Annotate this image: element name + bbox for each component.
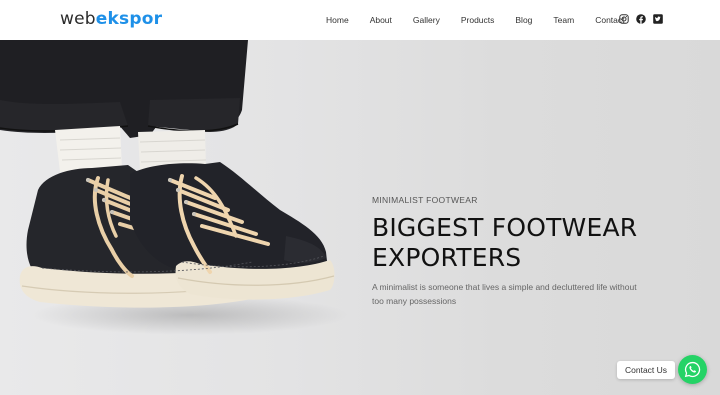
- hero-subtext: A minimalist is someone that lives a sim…: [372, 282, 637, 306]
- nav-blog[interactable]: Blog: [515, 15, 532, 25]
- facebook-icon[interactable]: [636, 14, 646, 24]
- hero-sneakers-image: [0, 40, 335, 308]
- site-header: web ekspor Home About Gallery Products Bl…: [0, 0, 720, 40]
- brand-logo[interactable]: web ekspor: [60, 9, 162, 29]
- hero-headline-line1: BIGGEST FOOTWEAR: [372, 213, 638, 242]
- nav-about[interactable]: About: [370, 15, 392, 25]
- contact-us-label[interactable]: Contact Us: [617, 361, 676, 379]
- brand-logo-part1: web: [60, 9, 96, 29]
- nav-gallery[interactable]: Gallery: [413, 15, 440, 25]
- hero-kicker: MINIMALIST FOOTWEAR: [372, 195, 478, 205]
- hero-section: MINIMALIST FOOTWEAR BIGGEST FOOTWEAR EXP…: [0, 40, 720, 395]
- nav-products[interactable]: Products: [461, 15, 495, 25]
- twitter-icon[interactable]: [653, 14, 663, 24]
- brand-logo-part2: ekspor: [95, 9, 163, 29]
- nav-home[interactable]: Home: [326, 15, 349, 25]
- hero-headline-line2: EXPORTERS: [372, 243, 522, 272]
- main-nav: Home About Gallery Products Blog Team Co…: [326, 0, 625, 40]
- instagram-icon[interactable]: [619, 14, 629, 24]
- whatsapp-icon: [684, 361, 701, 378]
- social-links: [619, 14, 663, 24]
- whatsapp-button[interactable]: [678, 355, 707, 384]
- hero-headline: BIGGEST FOOTWEAR EXPORTERS: [372, 213, 672, 273]
- nav-team[interactable]: Team: [553, 15, 574, 25]
